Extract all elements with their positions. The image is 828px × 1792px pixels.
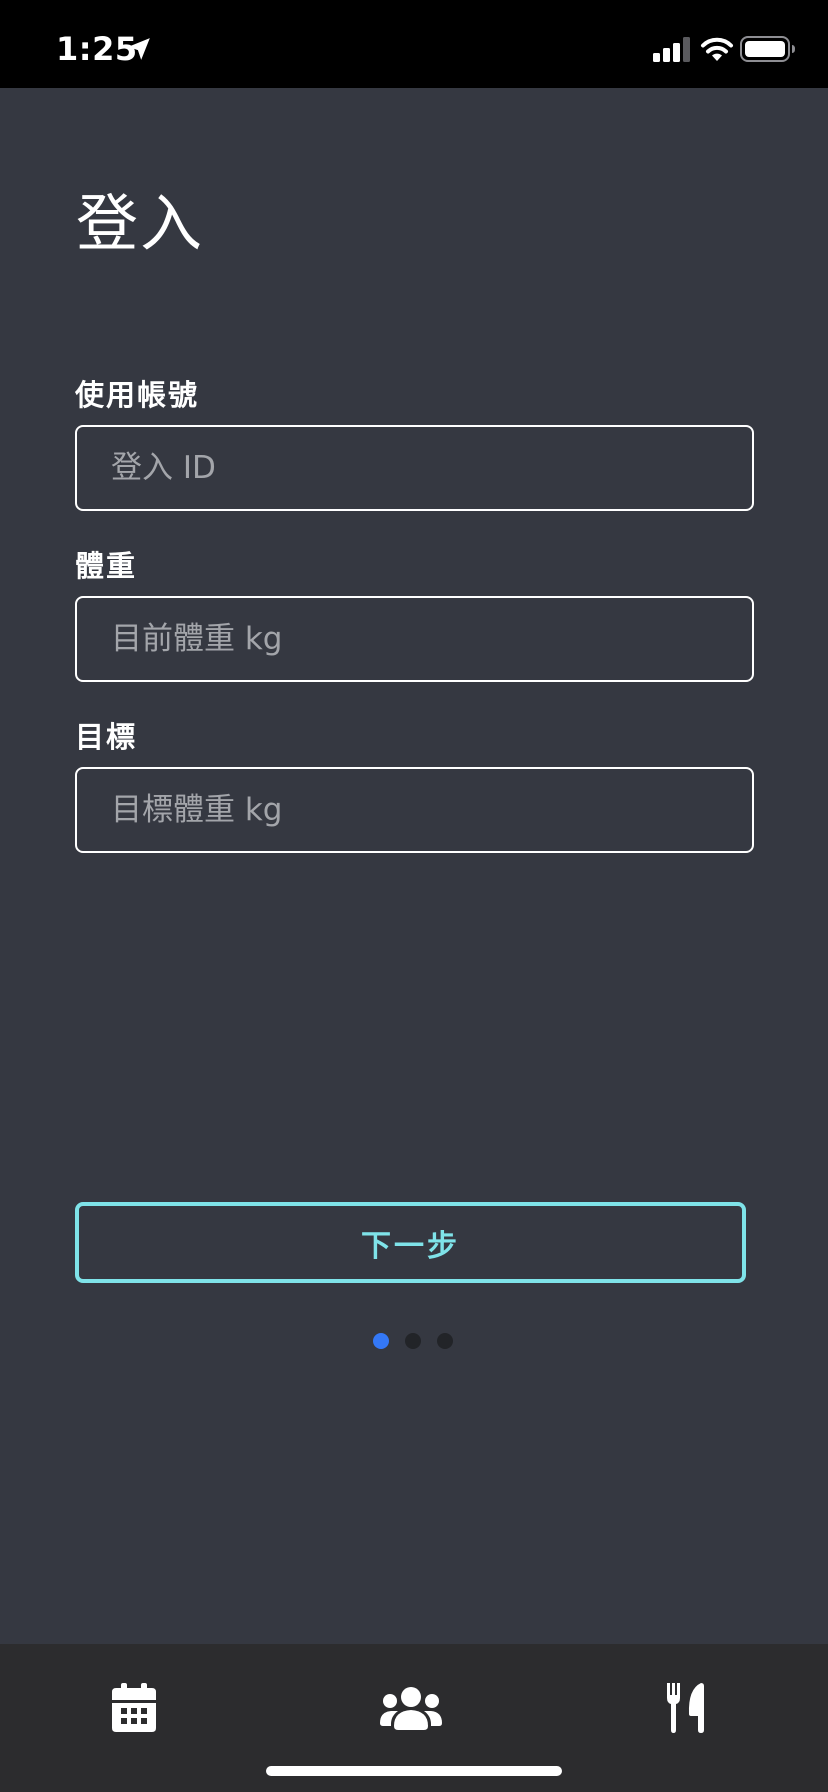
page-dot-2[interactable] — [405, 1333, 421, 1349]
account-input[interactable] — [75, 425, 754, 511]
page-title: 登入 — [76, 187, 205, 260]
account-label: 使用帳號 — [75, 378, 200, 412]
goal-label: 目標 — [75, 720, 138, 754]
page-indicator — [373, 1333, 453, 1349]
location-arrow-icon — [128, 38, 150, 60]
tab-community[interactable] — [371, 1678, 451, 1738]
users-icon — [380, 1687, 442, 1730]
goal-weight-input[interactable] — [75, 767, 754, 853]
tab-dining[interactable] — [646, 1678, 726, 1738]
weight-label: 體重 — [75, 549, 138, 583]
weight-input[interactable] — [75, 596, 754, 682]
page-dot-3[interactable] — [437, 1333, 453, 1349]
next-step-button[interactable]: 下一步 — [75, 1202, 746, 1283]
utensils-icon — [667, 1683, 704, 1733]
calendar-icon — [112, 1683, 156, 1732]
tab-calendar[interactable] — [94, 1678, 174, 1738]
battery-icon — [740, 36, 795, 62]
page-dot-1[interactable] — [373, 1333, 389, 1349]
status-bar: 1:25 — [0, 0, 828, 88]
cellular-signal-icon — [653, 37, 690, 62]
wifi-icon — [701, 37, 733, 61]
home-indicator — [266, 1766, 562, 1776]
